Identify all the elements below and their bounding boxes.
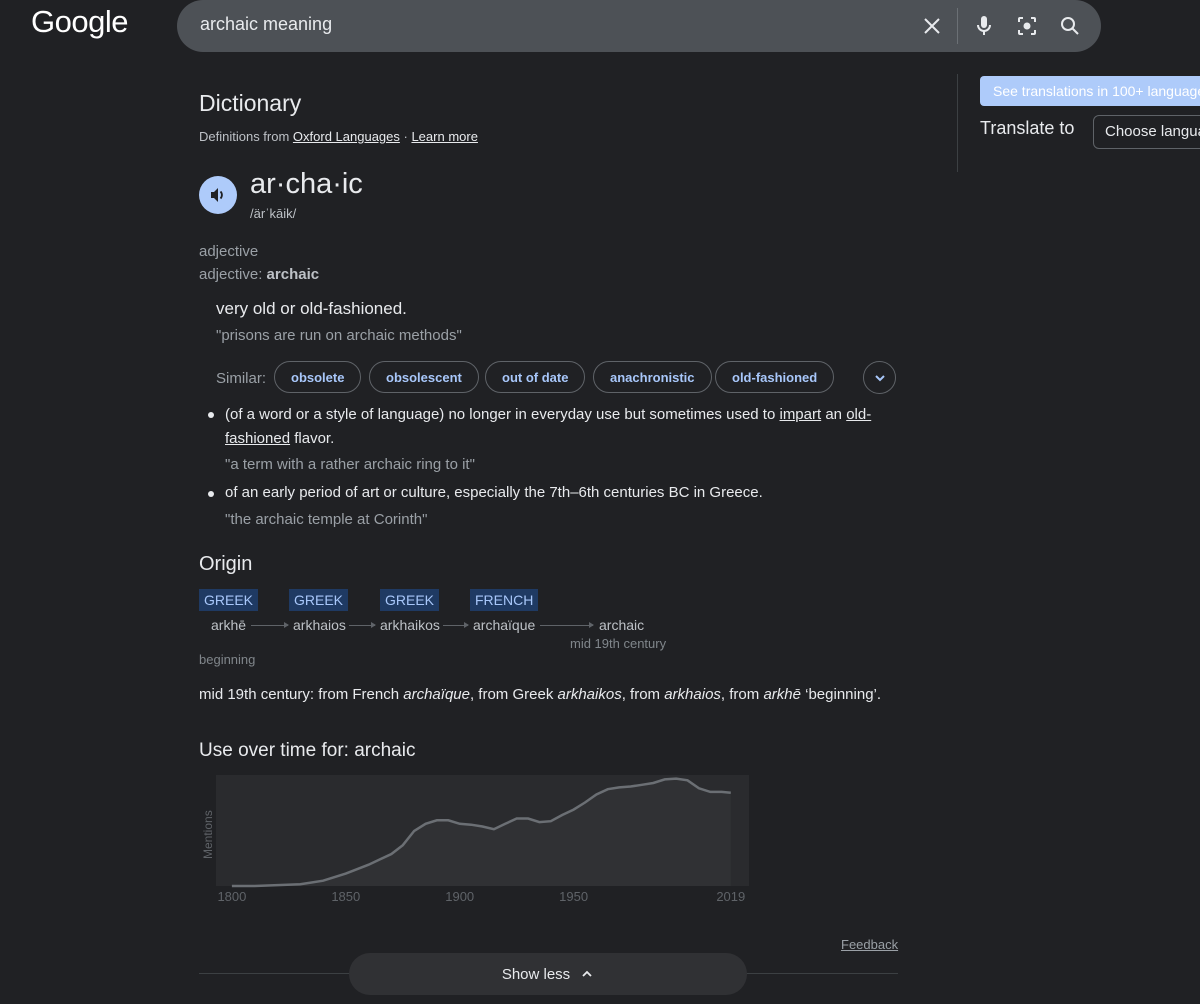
chart-ylabel: Mentions: [201, 810, 215, 859]
bullet: [208, 412, 214, 418]
definition-2: (of a word or a style of language) no lo…: [225, 403, 895, 451]
origin-text: , from: [621, 686, 665, 703]
pos-word: archaic: [266, 266, 320, 283]
example-3: "the archaic temple at Corinth": [225, 511, 428, 528]
google-logo[interactable]: Google: [31, 4, 128, 40]
example-1: "prisons are run on archaic methods": [216, 327, 462, 344]
origin-lang-tag: GREEK: [199, 589, 259, 611]
sense-text: (of a word or a style of language) no lo…: [225, 406, 780, 423]
origin-arrow: [443, 622, 469, 628]
similar-chip-out-of-date[interactable]: out of date: [485, 361, 586, 393]
usage-chart: Mentions 1800 1850 1900 1950 2019: [201, 775, 749, 904]
dictionary-title: Dictionary: [199, 90, 302, 116]
chart-x-tick: 2019: [716, 889, 745, 904]
headword: ar·cha·ic: [250, 168, 363, 200]
origin-text: ‘beginning’.: [800, 686, 882, 703]
lens-camera-icon[interactable]: [1014, 13, 1040, 39]
origin-word: archaïque: [473, 617, 536, 633]
origin-lang-tag: GREEK: [380, 589, 440, 611]
sense-text: flavor.: [290, 430, 335, 447]
similar-chip-obsolete[interactable]: obsolete: [274, 361, 362, 393]
oxford-languages-link[interactable]: Oxford Languages: [293, 129, 400, 144]
search-input[interactable]: archaic meaning: [200, 14, 332, 35]
definitions-prefix: Definitions from: [199, 129, 293, 144]
origin-italic: arkhaios: [664, 686, 721, 703]
search-divider: [957, 8, 958, 44]
old-fashioned-link[interactable]: old-: [846, 406, 871, 423]
old-fashioned-link[interactable]: fashioned: [225, 430, 290, 447]
show-less-label: Show less: [501, 965, 571, 983]
part-of-speech: adjective: [199, 243, 259, 260]
chevron-up-icon: [582, 970, 592, 977]
similar-chip-old-fashioned[interactable]: old-fashioned: [715, 361, 835, 393]
bullet: [208, 491, 214, 497]
origin-text: mid 19th century: from French: [199, 686, 404, 703]
sense-text: an: [821, 406, 847, 423]
origin-arrow: [251, 622, 289, 628]
chart-x-tick: 1800: [217, 889, 246, 904]
chart-x-ticks: 1800 1850 1900 1950 2019: [217, 889, 745, 904]
definition-1: very old or old-fashioned.: [216, 299, 407, 318]
chevron-down-icon: [874, 374, 885, 381]
translate-to-label: Translate to: [980, 118, 1075, 138]
pos-prefix: adjective:: [199, 266, 267, 283]
search-icon[interactable]: [1057, 13, 1083, 39]
origin-beginning: beginning: [199, 652, 256, 667]
definitions-source: Definitions from Oxford Languages · Lear…: [199, 129, 478, 144]
similar-chip-obsolescent[interactable]: obsolescent: [369, 361, 479, 393]
choose-language-select[interactable]: Choose language: [1093, 115, 1200, 149]
chart-x-tick: 1850: [331, 889, 360, 904]
feedback-link[interactable]: Feedback: [841, 937, 898, 952]
tooltip-text: See translations in 100+ languages: [993, 83, 1200, 99]
separator: ·: [399, 129, 412, 144]
impart-link[interactable]: impart: [779, 406, 821, 423]
origin-lang-tag: GREEK: [289, 589, 349, 611]
origin-italic: arkhē: [763, 686, 801, 703]
chart-x-tick: 1900: [445, 889, 474, 904]
origin-word: arkhaikos: [380, 617, 440, 633]
panel-divider: [957, 74, 958, 172]
origin-title: Origin: [199, 553, 253, 575]
origin-word: arkhē: [211, 617, 247, 633]
origin-lang-tag: FRENCH: [470, 589, 539, 611]
origin-description: mid 19th century: from French archaïque,…: [199, 686, 881, 703]
similar-chip-anachronistic[interactable]: anachronistic: [593, 361, 712, 393]
origin-period: mid 19th century: [570, 636, 667, 651]
learn-more-link[interactable]: Learn more: [411, 129, 477, 144]
origin-arrow: [540, 622, 594, 628]
translations-tooltip: See translations in 100+ languages: [980, 76, 1200, 106]
origin-arrow: [349, 622, 376, 628]
origin-text: , from Greek: [469, 686, 558, 703]
similar-label: Similar:: [216, 370, 267, 387]
expand-similar-button[interactable]: [863, 361, 896, 394]
origin-word: archaic: [599, 617, 645, 633]
pronunciation-speaker-icon[interactable]: [199, 176, 237, 214]
search-bar[interactable]: archaic meaning: [177, 0, 1101, 52]
chart-x-tick: 1950: [559, 889, 588, 904]
example-2: "a term with a rather archaic ring to it…: [225, 456, 475, 473]
phonetic: /ärˈkāik/: [250, 206, 297, 221]
origin-italic: arkhaikos: [557, 686, 622, 703]
usage-title: Use over time for: archaic: [199, 740, 416, 761]
part-of-speech-detail: adjective: archaic: [199, 266, 319, 283]
definition-3: of an early period of art or culture, es…: [225, 484, 763, 501]
origin-text: , from: [720, 686, 764, 703]
origin-word: arkhaios: [293, 617, 346, 633]
origin-italic: archaïque: [403, 686, 470, 703]
show-less-button[interactable]: Show less: [349, 953, 747, 995]
clear-icon[interactable]: [919, 13, 945, 39]
microphone-icon[interactable]: [971, 13, 997, 39]
